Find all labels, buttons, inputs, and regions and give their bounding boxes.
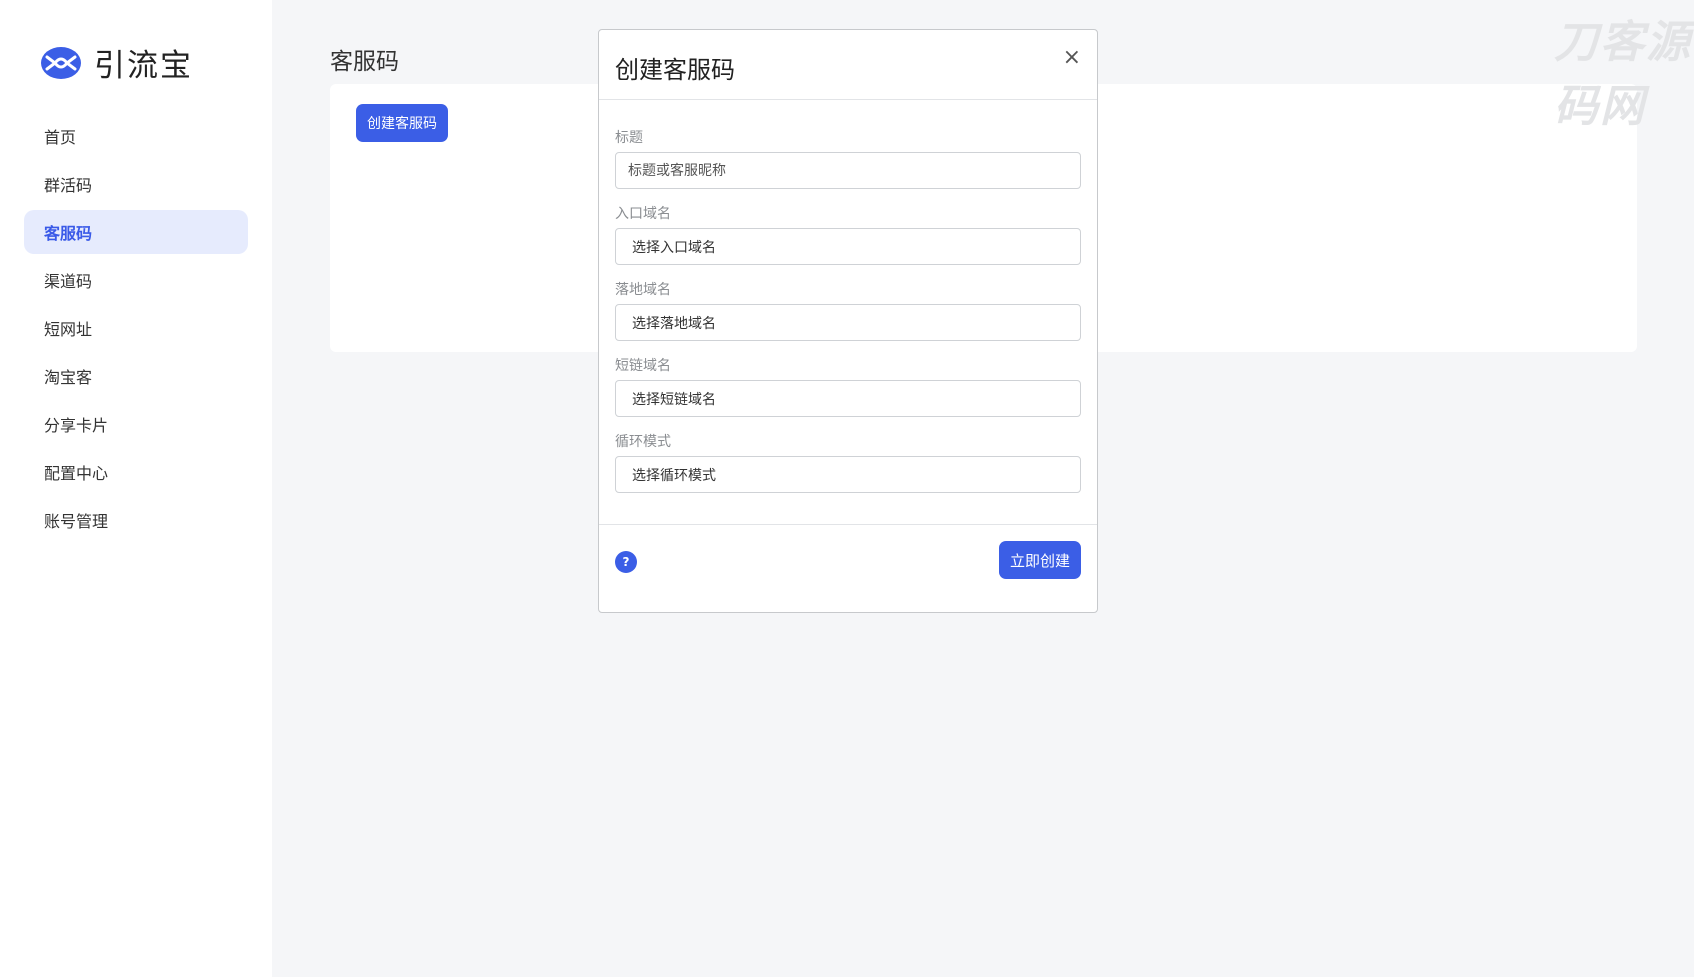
logo[interactable]: 引流宝 xyxy=(40,40,193,85)
page-title: 客服码 xyxy=(330,49,399,75)
sidebar-item-account-management[interactable]: 账号管理 xyxy=(24,498,248,542)
submit-create-button[interactable]: 立即创建 xyxy=(998,541,1081,579)
modal-title: 创建客服码 xyxy=(615,56,735,84)
help-icon[interactable]: ? xyxy=(615,551,637,573)
sidebar-item-home[interactable]: 首页 xyxy=(24,114,248,158)
close-icon[interactable]: × xyxy=(1063,47,1081,69)
create-service-qrcode-button[interactable]: 创建客服码 xyxy=(356,104,448,142)
title-input[interactable] xyxy=(615,152,1081,189)
sidebar-item-service-qrcode[interactable]: 客服码 xyxy=(24,210,248,254)
short-domain-select[interactable]: 选择短链域名 xyxy=(615,380,1081,417)
sidebar-item-taobaoke[interactable]: 淘宝客 xyxy=(24,354,248,398)
sidebar: 引流宝 首页 群活码 客服码 渠道码 短网址 淘宝客 分享卡片 配置中心 账号管… xyxy=(0,0,272,977)
short-domain-label: 短链域名 xyxy=(615,358,671,374)
app-name: 引流宝 xyxy=(94,48,193,84)
landing-domain-label: 落地域名 xyxy=(615,282,671,298)
sidebar-item-channel-qrcode[interactable]: 渠道码 xyxy=(24,258,248,302)
sidebar-item-short-url[interactable]: 短网址 xyxy=(24,306,248,350)
sidebar-item-group-qrcode[interactable]: 群活码 xyxy=(24,162,248,206)
title-label: 标题 xyxy=(615,130,643,146)
loop-mode-select[interactable]: 选择循环模式 xyxy=(615,456,1081,493)
entry-domain-label: 入口域名 xyxy=(615,206,671,222)
loop-mode-label: 循环模式 xyxy=(615,434,671,450)
entry-domain-select[interactable]: 选择入口域名 xyxy=(615,228,1081,265)
modal-footer: ? 立即创建 xyxy=(599,524,1097,614)
sidebar-item-config-center[interactable]: 配置中心 xyxy=(24,450,248,494)
modal-header: 创建客服码 × xyxy=(599,30,1097,100)
logo-icon xyxy=(41,46,81,79)
sidebar-item-share-card[interactable]: 分享卡片 xyxy=(24,402,248,446)
watermark: 刀客源码网 xyxy=(1554,17,1692,132)
sidebar-nav: 首页 群活码 客服码 渠道码 短网址 淘宝客 分享卡片 配置中心 账号管理 xyxy=(24,114,248,546)
create-modal: 创建客服码 × 标题 入口域名 选择入口域名 落地域名 选择落地域名 短链域名 … xyxy=(598,29,1098,613)
landing-domain-select[interactable]: 选择落地域名 xyxy=(615,304,1081,341)
modal-body: 标题 入口域名 选择入口域名 落地域名 选择落地域名 短链域名 选择短链域名 循… xyxy=(599,100,1097,493)
